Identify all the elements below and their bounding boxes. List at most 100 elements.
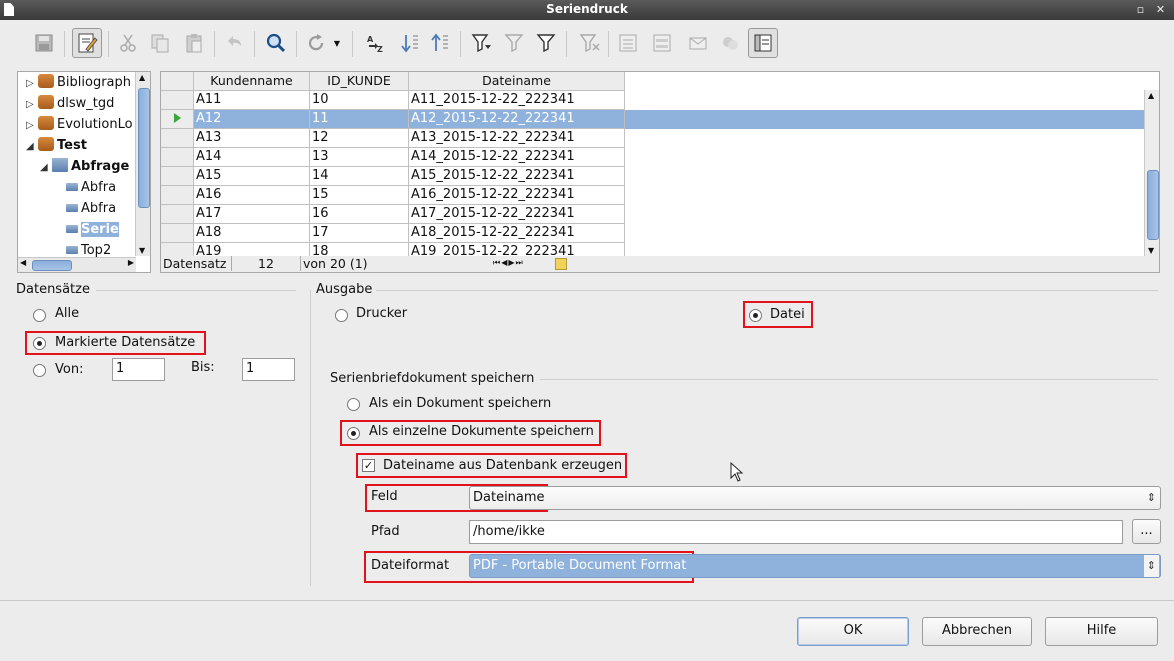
filter-icon[interactable] [532,29,560,57]
row-header[interactable] [161,224,194,243]
data-source-icon[interactable] [716,29,744,57]
table-cell[interactable]: A18_2015-12-22_222341 [409,224,625,243]
sort-icon[interactable]: AZ [362,29,390,57]
single-document-radio[interactable] [347,398,360,411]
autofilter-icon[interactable] [468,29,496,57]
expander-icon[interactable]: ▷ [26,116,38,136]
paste-icon[interactable] [180,29,208,57]
individual-documents-radio[interactable] [347,427,360,440]
tree-horizontal-scrollbar[interactable]: ◀ ▶ [18,257,136,272]
scroll-thumb[interactable] [138,88,150,208]
table-cell[interactable]: A15 [194,167,310,186]
from-field[interactable]: 1 [112,358,165,381]
file-radio[interactable] [749,309,762,322]
column-header[interactable]: Kundenname [194,72,310,91]
all-records-label[interactable]: Alle [55,306,79,321]
data-to-text-icon[interactable] [614,29,642,57]
row-header[interactable] [161,167,194,186]
remove-filter-icon[interactable] [576,29,604,57]
table-row[interactable]: A15 14 A15_2015-12-22_222341 [161,167,1144,186]
tree-item[interactable]: ▷ EvolutionLo [26,115,133,135]
grid-vertical-scrollbar[interactable]: ▲ ▼ [1144,90,1159,256]
file-format-select[interactable]: PDF - Portable Document Format ⇕ [469,554,1161,578]
data-to-fields-icon[interactable] [648,29,676,57]
mail-merge-icon[interactable] [684,29,712,57]
table-cell[interactable]: 16 [310,205,409,224]
scroll-down-icon[interactable]: ▼ [1148,246,1154,255]
table-cell[interactable]: 15 [310,186,409,205]
row-header[interactable] [161,91,194,110]
table-row[interactable]: A13 12 A13_2015-12-22_222341 [161,129,1144,148]
table-cell[interactable]: A15_2015-12-22_222341 [409,167,625,186]
refresh-icon[interactable] [302,29,330,57]
field-select[interactable]: Dateiname ⇕ [469,486,1161,510]
path-field[interactable]: /home/ikke [469,520,1123,544]
selected-records-label[interactable]: Markierte Datensätze [55,335,195,350]
tree-item[interactable]: Abfra [66,178,116,198]
data-grid[interactable]: Kundenname ID_KUNDE Dateiname A11 10 A11_2… [160,71,1160,258]
table-row[interactable]: A12 11 A12_2015-12-22_222341 [161,110,1144,129]
ok-button[interactable]: OK [797,617,909,646]
scroll-right-icon[interactable]: ▶ [128,258,134,267]
edit-icon[interactable] [72,28,102,58]
table-row[interactable]: A14 13 A14_2015-12-22_222341 [161,148,1144,167]
row-header[interactable] [161,148,194,167]
maximize-icon[interactable]: ▫ [1134,3,1147,16]
new-record-icon[interactable] [555,258,567,270]
column-header[interactable]: Dateiname [409,72,625,91]
cancel-button[interactable]: Abbrechen [922,617,1032,646]
row-header[interactable] [161,110,194,129]
table-cell[interactable]: A13 [194,129,310,148]
expander-icon[interactable]: ◢ [26,137,38,157]
sort-descending-icon[interactable] [426,29,454,57]
table-cell[interactable]: 17 [310,224,409,243]
tree-item[interactable]: Serie [66,220,119,240]
table-row[interactable]: A18 17 A18_2015-12-22_222341 [161,224,1144,243]
table-row[interactable]: A11 10 A11_2015-12-22_222341 [161,91,1144,110]
printer-label[interactable]: Drucker [356,306,407,321]
undo-icon[interactable] [220,29,248,57]
record-number-field[interactable]: 12 [231,256,301,271]
table-cell[interactable]: 14 [310,167,409,186]
table-row[interactable]: A16 15 A16_2015-12-22_222341 [161,186,1144,205]
table-cell[interactable]: A11_2015-12-22_222341 [409,91,625,110]
refresh-dropdown-icon[interactable]: ▼ [330,29,344,57]
table-cell[interactable]: 13 [310,148,409,167]
tree-item[interactable]: Abfra [66,199,116,219]
row-header[interactable] [161,186,194,205]
column-header[interactable]: ID_KUNDE [310,72,409,91]
expander-icon[interactable]: ◢ [40,158,52,178]
scroll-thumb[interactable] [1147,170,1159,240]
individual-documents-label[interactable]: Als einzelne Dokumente speichern [369,424,594,439]
table-cell[interactable]: A16 [194,186,310,205]
help-button[interactable]: Hilfe [1045,617,1158,646]
cut-icon[interactable] [114,29,142,57]
table-cell[interactable]: A17 [194,205,310,224]
scroll-down-icon[interactable]: ▼ [139,246,145,255]
printer-radio[interactable] [335,309,348,322]
scroll-left-icon[interactable]: ◀ [20,258,26,267]
file-label[interactable]: Datei [770,307,805,322]
table-cell[interactable]: A17_2015-12-22_222341 [409,205,625,224]
data-source-tree[interactable]: ▷ Bibliograph ▷ dlsw_tgd ▷ EvolutionLo ◢ Test ◢ A… [17,71,151,273]
table-cell[interactable]: 10 [310,91,409,110]
record-nav-buttons[interactable]: ⏮◀▶⏭ [493,258,524,268]
tree-item[interactable]: ▷ dlsw_tgd [26,94,114,114]
table-cell[interactable]: A16_2015-12-22_222341 [409,186,625,205]
close-icon[interactable]: ✕ [1154,3,1167,16]
expander-icon[interactable]: ▷ [26,95,38,115]
find-icon[interactable] [262,29,290,57]
scroll-up-icon[interactable]: ▲ [139,73,145,82]
scroll-up-icon[interactable]: ▲ [1148,91,1154,100]
browse-button[interactable]: ... [1132,519,1161,544]
table-cell[interactable]: A12_2015-12-22_222341 [409,110,625,129]
save-icon[interactable] [30,29,58,57]
table-cell[interactable]: A14_2015-12-22_222341 [409,148,625,167]
tree-item[interactable]: ◢ Abfrage [40,157,129,177]
table-row[interactable]: A17 16 A17_2015-12-22_222341 [161,205,1144,224]
copy-icon[interactable] [146,29,174,57]
range-records-radio[interactable] [33,364,46,377]
sort-ascending-icon[interactable] [396,29,424,57]
all-records-radio[interactable] [33,309,46,322]
scroll-thumb[interactable] [32,260,72,271]
